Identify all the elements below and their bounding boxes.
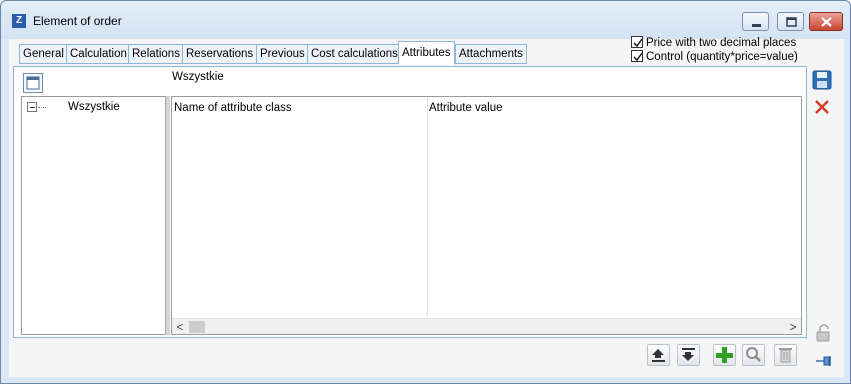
pin-icon [816, 356, 831, 366]
close-button[interactable] [812, 97, 832, 117]
group-tree: Wszystkie [21, 96, 167, 335]
trash-icon [779, 348, 792, 363]
unlock-button[interactable] [814, 323, 834, 343]
window-close-button[interactable] [809, 12, 843, 31]
tab-cost-calculations[interactable]: Cost calculations [307, 44, 402, 64]
app-icon: Z [12, 14, 26, 28]
tab-previous[interactable]: Previous [256, 44, 309, 64]
tab-reservations[interactable]: Reservations [182, 44, 258, 64]
tree-connector [38, 107, 46, 108]
scroll-thumb[interactable] [189, 321, 205, 333]
add-plus-icon [716, 347, 733, 363]
window-title: Element of order [33, 14, 122, 28]
tab-attachments[interactable]: Attachments [455, 44, 527, 64]
view-toggle-button[interactable] [23, 73, 43, 93]
move-up-button[interactable] [647, 344, 670, 366]
find-button[interactable] [742, 344, 765, 366]
control-qty-price-label: Control (quantity*price=value) [646, 51, 798, 63]
delete-button[interactable] [774, 344, 797, 366]
collapse-icon[interactable] [27, 102, 37, 112]
save-button[interactable] [812, 70, 832, 90]
window-view-icon [26, 76, 40, 90]
save-disk-icon [812, 70, 832, 90]
checkbox-check-icon [631, 50, 643, 62]
dialog-body: General Calculation Relations Reservatio… [9, 36, 844, 377]
tab-calculation[interactable]: Calculation [66, 44, 131, 64]
column-divider [427, 97, 428, 317]
attributes-grid: Name of attribute class Attribute value … [171, 96, 802, 335]
maximize-button[interactable] [777, 12, 804, 31]
tab-attributes[interactable]: Attributes [398, 41, 455, 65]
add-button[interactable] [713, 344, 736, 366]
price-two-decimals-label: Price with two decimal places [646, 37, 797, 49]
horizontal-scrollbar[interactable]: < > [172, 318, 801, 334]
title-bar: Z Element of order [1, 1, 850, 39]
column-header-attribute-value[interactable]: Attribute value [429, 102, 503, 114]
price-two-decimals-checkbox[interactable]: Price with two decimal places [631, 36, 796, 49]
move-down-button[interactable] [677, 344, 700, 366]
tab-general[interactable]: General [19, 44, 68, 64]
column-header-attribute-class[interactable]: Name of attribute class [174, 102, 292, 114]
move-down-icon [682, 348, 695, 361]
pin-button[interactable] [814, 351, 834, 371]
magnifier-icon [746, 347, 761, 362]
breadcrumb: Wszystkie [172, 71, 224, 83]
tree-node-root[interactable]: Wszystkie [68, 101, 120, 113]
tab-relations[interactable]: Relations [128, 44, 184, 64]
checkbox-check-icon [631, 36, 643, 48]
padlock-icon [816, 324, 830, 342]
order-element-window: Z Element of order General Calculation R… [0, 0, 851, 384]
move-up-icon [652, 349, 665, 362]
scroll-left-icon[interactable]: < [173, 320, 187, 334]
panel-splitter[interactable] [165, 96, 170, 335]
control-qty-price-checkbox[interactable]: Control (quantity*price=value) [631, 50, 798, 63]
scroll-right-icon[interactable]: > [786, 320, 800, 334]
minimize-button[interactable] [742, 12, 769, 31]
close-x-icon [815, 100, 829, 114]
